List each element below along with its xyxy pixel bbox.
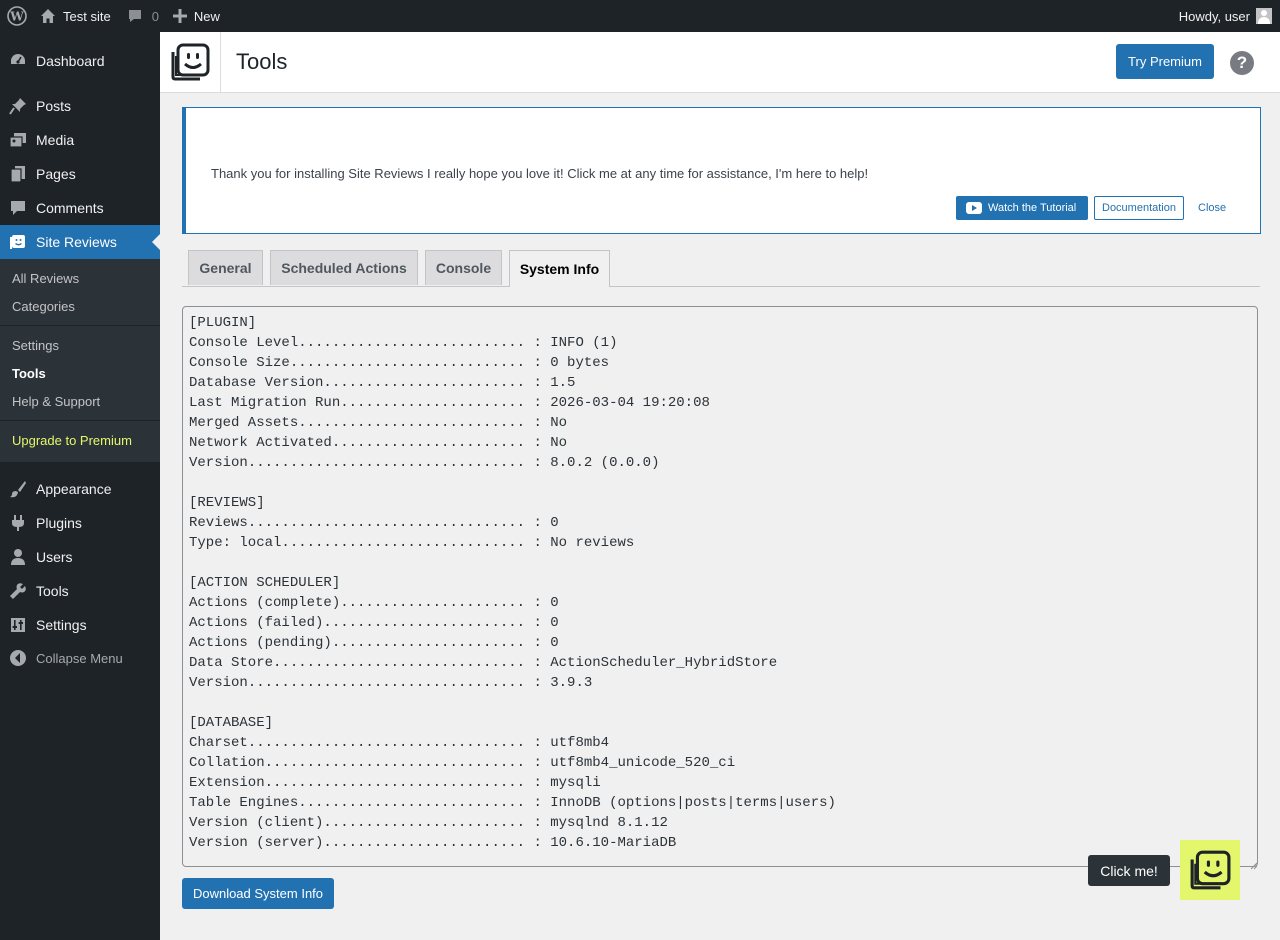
help-icon[interactable]: ? xyxy=(1230,51,1254,75)
tab-general[interactable]: General xyxy=(188,250,263,285)
sidebar-item-tools[interactable]: Tools xyxy=(0,574,160,608)
comment-icon xyxy=(0,199,36,217)
sidebar-item-media[interactable]: Media xyxy=(0,123,160,157)
admin-sidebar: Dashboard Posts Media Pages Comments Sit… xyxy=(0,32,160,940)
sidebar-item-label: Settings xyxy=(36,617,87,633)
notice-close-link[interactable]: Close xyxy=(1198,202,1226,214)
page-title: Tools xyxy=(236,49,288,74)
user-icon xyxy=(0,548,36,566)
collapse-menu-button[interactable]: Collapse Menu xyxy=(0,641,160,675)
documentation-button[interactable]: Documentation xyxy=(1094,196,1184,220)
resize-handle-icon[interactable] xyxy=(1248,858,1258,870)
sidebar-item-dashboard[interactable]: Dashboard xyxy=(0,44,160,78)
sidebar-item-label: Posts xyxy=(36,98,72,114)
svg-text:W: W xyxy=(9,10,24,24)
submenu-item-settings[interactable]: Settings xyxy=(12,338,59,353)
sidebar-item-label: Tools xyxy=(36,583,69,599)
settings-icon xyxy=(0,616,36,634)
collapse-menu-label: Collapse Menu xyxy=(36,650,123,666)
sidebar-item-label: Users xyxy=(36,549,73,565)
wordpress-logo-icon[interactable]: W xyxy=(0,0,34,32)
system-info-textarea[interactable]: [PLUGIN] Console Level..................… xyxy=(182,306,1258,867)
site-reviews-icon xyxy=(0,233,36,251)
howdy-user-link[interactable]: Howdy, user xyxy=(1179,9,1250,24)
site-reviews-submenu: All Reviews Categories Settings Tools He… xyxy=(0,259,160,462)
helper-mascot-button[interactable] xyxy=(1180,840,1240,900)
youtube-icon xyxy=(966,202,982,214)
comment-bubble-icon xyxy=(127,8,143,24)
paintbrush-icon xyxy=(0,480,36,498)
sidebar-item-pages[interactable]: Pages xyxy=(0,157,160,191)
sidebar-item-label: Comments xyxy=(36,200,104,216)
page-header: Tools Try Premium ? xyxy=(160,32,1280,93)
media-icon xyxy=(0,131,36,149)
helper-tooltip: Click me! xyxy=(1088,855,1170,886)
site-name: Test site xyxy=(63,8,111,24)
tools-tabs: General Scheduled Actions Console System… xyxy=(182,250,1260,287)
sidebar-item-label: Media xyxy=(36,132,75,148)
try-premium-button[interactable]: Try Premium xyxy=(1116,44,1214,79)
new-content-link[interactable]: New xyxy=(167,0,228,32)
sidebar-item-label: Pages xyxy=(36,166,76,182)
watch-tutorial-label: Watch the Tutorial xyxy=(988,202,1077,214)
site-reviews-mascot-icon xyxy=(1190,850,1231,890)
sidebar-item-posts[interactable]: Posts xyxy=(0,89,160,123)
welcome-notice[interactable]: Thank you for installing Site Reviews I … xyxy=(182,107,1261,234)
sidebar-item-label: Appearance xyxy=(36,481,112,497)
submenu-item-help-support[interactable]: Help & Support xyxy=(12,394,100,409)
plus-icon xyxy=(172,9,187,23)
admin-bar: W Test site 0 New Howdy, user xyxy=(0,0,1280,32)
sidebar-item-site-reviews[interactable]: Site Reviews xyxy=(0,225,160,259)
wrench-icon xyxy=(0,582,36,600)
watch-tutorial-button[interactable]: Watch the Tutorial xyxy=(956,196,1088,220)
submenu-item-tools[interactable]: Tools xyxy=(12,366,46,381)
site-reviews-logo-icon xyxy=(160,32,221,92)
home-icon xyxy=(40,8,56,24)
notice-message: Thank you for installing Site Reviews I … xyxy=(211,166,869,181)
dashboard-icon xyxy=(0,52,36,70)
tab-system-info[interactable]: System Info xyxy=(509,250,610,287)
sidebar-item-settings[interactable]: Settings xyxy=(0,608,160,642)
sidebar-item-label: Dashboard xyxy=(36,53,105,69)
pages-icon xyxy=(0,165,36,183)
sidebar-item-label: Site Reviews xyxy=(36,234,117,250)
download-system-info-button[interactable]: Download System Info xyxy=(182,878,334,909)
sidebar-item-users[interactable]: Users xyxy=(0,540,160,574)
new-label: New xyxy=(193,8,220,24)
plugin-icon xyxy=(0,514,36,532)
comments-link[interactable]: 0 xyxy=(119,0,167,32)
submenu-divider xyxy=(0,420,160,421)
tab-scheduled-actions[interactable]: Scheduled Actions xyxy=(270,250,418,285)
comments-count: 0 xyxy=(151,8,159,24)
submenu-item-upgrade-premium[interactable]: Upgrade to Premium xyxy=(12,433,132,448)
submenu-item-categories[interactable]: Categories xyxy=(12,299,75,314)
sidebar-item-plugins[interactable]: Plugins xyxy=(0,506,160,540)
collapse-arrow-icon xyxy=(0,649,36,667)
sidebar-item-appearance[interactable]: Appearance xyxy=(0,472,160,506)
submenu-item-all-reviews[interactable]: All Reviews xyxy=(12,271,79,286)
site-name-link[interactable]: Test site xyxy=(34,0,119,32)
pushpin-icon xyxy=(0,97,36,115)
submenu-divider xyxy=(0,325,160,326)
tab-console[interactable]: Console xyxy=(425,250,502,285)
user-avatar-icon[interactable] xyxy=(1256,8,1272,24)
sidebar-item-label: Plugins xyxy=(36,515,82,531)
sidebar-item-comments[interactable]: Comments xyxy=(0,191,160,225)
